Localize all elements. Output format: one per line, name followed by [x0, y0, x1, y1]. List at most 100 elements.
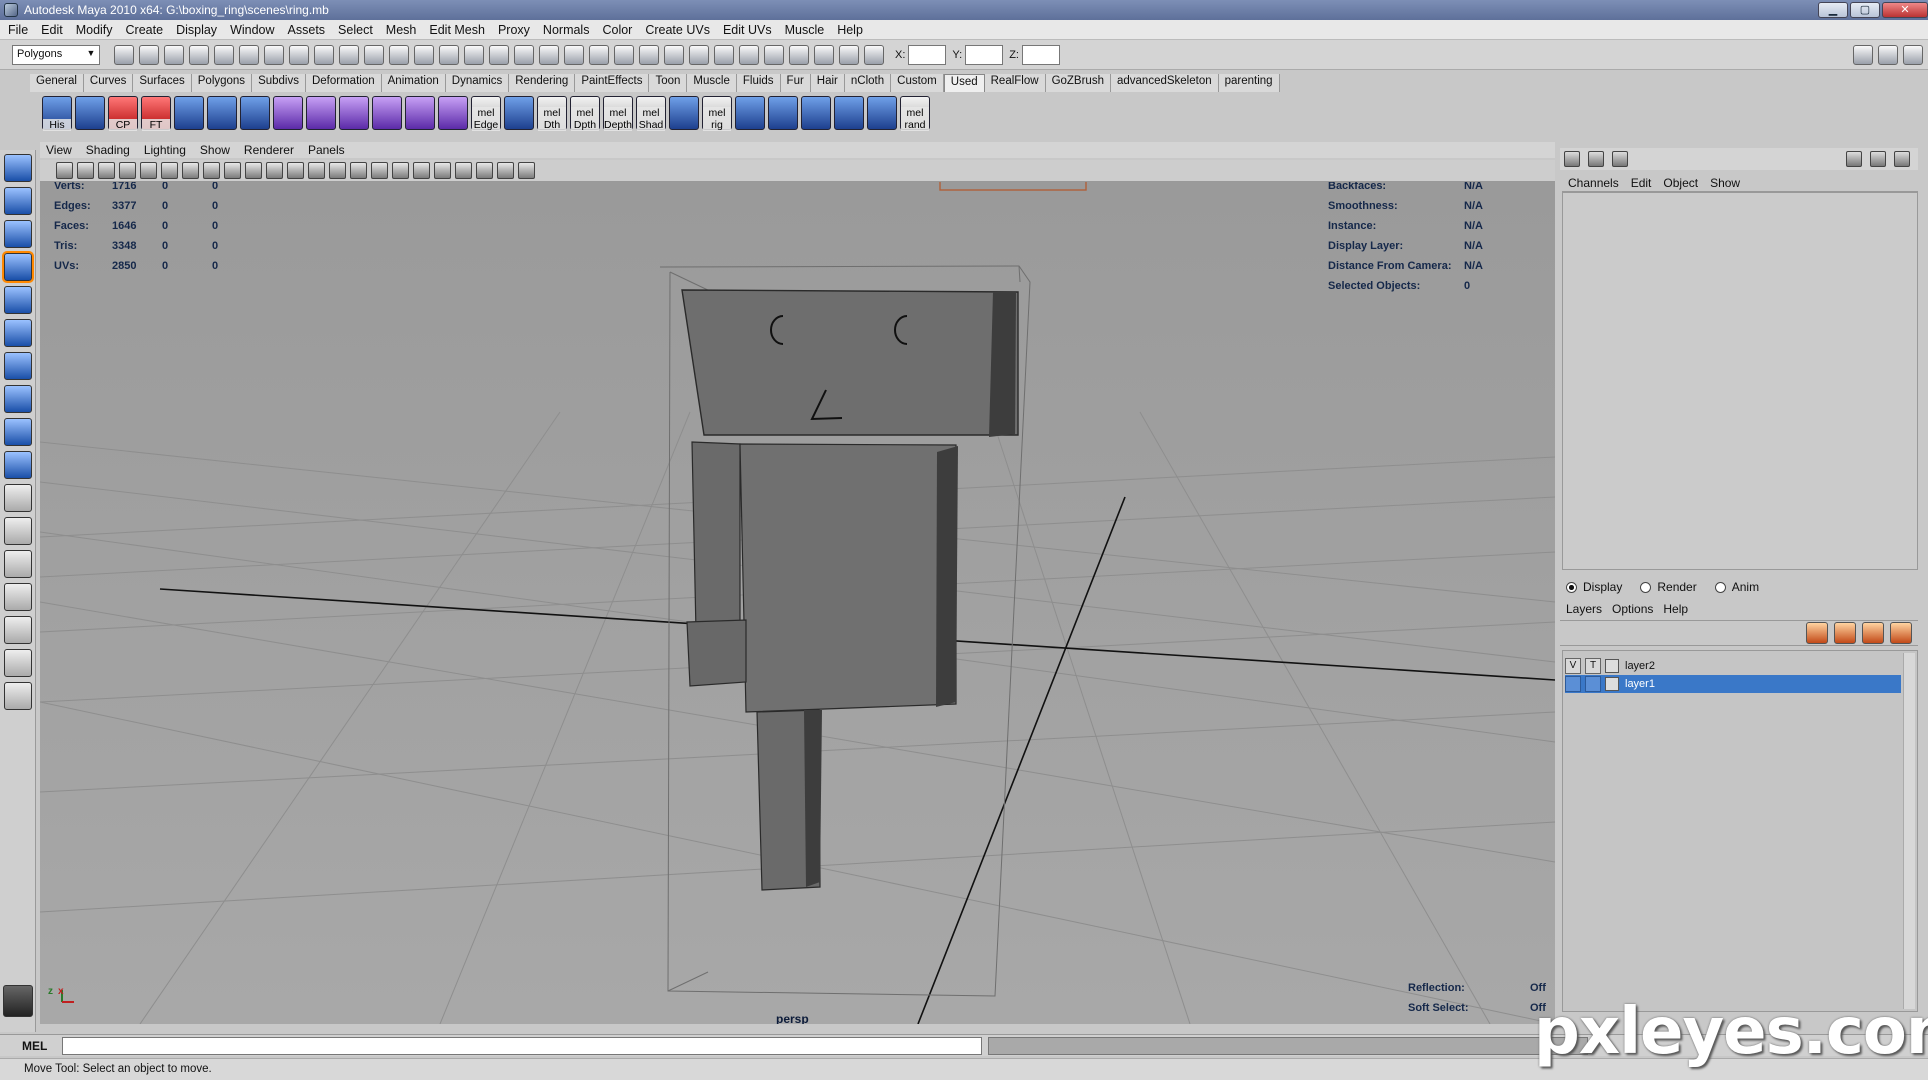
layer-list-scrollbar[interactable] [1903, 653, 1915, 1009]
menu-select[interactable]: Select [338, 23, 373, 37]
single-perspective-layout-icon[interactable] [3, 484, 32, 512]
shelf-tab-general[interactable]: General [30, 74, 84, 92]
shelf-icon-8[interactable] [306, 96, 336, 130]
select-by-component-icon[interactable] [239, 44, 259, 65]
camera-gate-icon[interactable] [476, 162, 493, 179]
menu-file[interactable]: File [8, 23, 28, 37]
shelf-tab-rendering[interactable]: Rendering [509, 74, 576, 92]
lights-icon[interactable] [245, 162, 262, 179]
shelf-tab-custom[interactable]: Custom [891, 74, 944, 92]
shelf-tab-polygons[interactable]: Polygons [191, 74, 253, 92]
history-icon[interactable] [414, 44, 434, 65]
layer-editor-icon[interactable] [1588, 151, 1604, 167]
channel-layer-icon[interactable] [1612, 151, 1628, 167]
layer-color-swatch[interactable] [1605, 659, 1619, 673]
shelf-icon-22[interactable] [768, 96, 798, 130]
soft-mod-tool-icon[interactable] [3, 385, 32, 413]
film-back-icon[interactable] [497, 162, 514, 179]
layer-visibility-toggle[interactable] [1565, 676, 1581, 692]
lock-icon[interactable] [489, 44, 509, 65]
new-scene-icon[interactable] [114, 44, 134, 65]
vp-menu-show[interactable]: Show [200, 143, 230, 157]
snap-curve-icon[interactable] [314, 44, 334, 65]
menu-proxy[interactable]: Proxy [498, 23, 530, 37]
shelf-tab-advancedskeleton[interactable]: advancedSkeleton [1110, 74, 1219, 92]
y-field[interactable] [965, 44, 1004, 65]
shelf-tab-hair[interactable]: Hair [810, 74, 845, 92]
shadows-icon[interactable] [266, 162, 283, 179]
shelf-icon-1[interactable] [75, 96, 105, 130]
menu-modify[interactable]: Modify [76, 23, 113, 37]
menu-edit[interactable]: Edit [41, 23, 63, 37]
construction-history-icon[interactable] [689, 44, 709, 65]
field-chart-icon[interactable] [434, 162, 451, 179]
mel-label[interactable]: MEL [22, 1039, 56, 1053]
absolute-transform-icon[interactable] [864, 44, 884, 65]
shelf-icon-12[interactable] [438, 96, 468, 130]
shelf-icon-2[interactable]: CP [108, 96, 138, 131]
shelf-icon-20[interactable]: mel rig [702, 96, 732, 131]
move-layer-up-icon[interactable] [1806, 622, 1828, 644]
scale-tool-icon[interactable] [3, 319, 32, 347]
shelf-tab-used[interactable]: Used [943, 74, 985, 92]
menu-normals[interactable]: Normals [543, 23, 590, 37]
vp-menu-panels[interactable]: Panels [308, 143, 345, 157]
magnet-icon[interactable] [564, 44, 584, 65]
persp-graph-hypergraph-layout-icon[interactable] [3, 649, 32, 677]
layer-mode-anim[interactable]: Anim [1714, 580, 1759, 594]
menu-edit-mesh[interactable]: Edit Mesh [429, 23, 485, 37]
magnet-icon-3[interactable] [614, 44, 634, 65]
shelf-tab-ncloth[interactable]: nCloth [844, 74, 892, 92]
shelf-icon-14[interactable] [504, 96, 534, 130]
wireframe-icon[interactable] [182, 162, 199, 179]
resolution-gate-icon[interactable] [371, 162, 388, 179]
attribute-editor-toggle-icon[interactable] [1853, 44, 1873, 65]
shelf-icon-21[interactable] [735, 96, 765, 130]
layout-dropdown-icon[interactable] [3, 682, 32, 710]
shelf-icon-10[interactable] [372, 96, 402, 130]
grid-toggle-icon[interactable] [455, 162, 472, 179]
four-view-layout-icon[interactable] [3, 517, 32, 545]
help-icon[interactable] [464, 44, 484, 65]
channel-box-icon[interactable] [1564, 151, 1580, 167]
shelf-icon-5[interactable] [207, 96, 237, 130]
z-field[interactable] [1021, 44, 1060, 65]
shelf-icon-3[interactable]: FT [141, 96, 171, 131]
render-settings-icon[interactable] [764, 44, 784, 65]
color-icon[interactable] [1846, 151, 1862, 167]
show-manipulator-icon[interactable] [3, 418, 32, 446]
shelf-icon-6[interactable] [240, 96, 270, 130]
sphere-shade-icon[interactable] [1870, 151, 1886, 167]
menu-window[interactable]: Window [230, 23, 274, 37]
save-scene-icon[interactable] [164, 44, 184, 65]
magnet-icon-4[interactable] [639, 44, 659, 65]
snap-point-icon[interactable] [339, 44, 359, 65]
shelf-icon-16[interactable]: mel Dpth [570, 96, 600, 131]
layer-mode-display[interactable]: Display [1566, 580, 1622, 594]
open-scene-icon[interactable] [139, 44, 159, 65]
vp-menu-lighting[interactable]: Lighting [144, 143, 186, 157]
cb-menu-edit[interactable]: Edit [1631, 176, 1652, 190]
layer-menu-layers[interactable]: Layers [1566, 602, 1602, 616]
shelf-icon-17[interactable]: mel Depth [603, 96, 633, 131]
vp-menu-view[interactable]: View [46, 143, 72, 157]
shelf-tab-surfaces[interactable]: Surfaces [133, 74, 192, 92]
close-button[interactable]: ✕ [1882, 2, 1928, 18]
ambient-occlusion-icon[interactable] [287, 162, 304, 179]
menu-color[interactable]: Color [602, 23, 632, 37]
shelf-icon-23[interactable] [801, 96, 831, 130]
hypershade-layout-icon[interactable] [3, 616, 32, 644]
layer-menu-options[interactable]: Options [1612, 602, 1653, 616]
clapper-icon[interactable] [789, 44, 809, 65]
shelf-tab-deformation[interactable]: Deformation [305, 74, 382, 92]
tool-settings-toggle-icon[interactable] [1878, 44, 1898, 65]
snap-surface-icon[interactable] [389, 44, 409, 65]
shelf-tab-parenting[interactable]: parenting [1218, 74, 1280, 92]
channel-box-toggle-icon[interactable] [1903, 44, 1923, 65]
menu-display[interactable]: Display [176, 23, 217, 37]
safe-action-icon[interactable] [413, 162, 430, 179]
shelf-icon-11[interactable] [405, 96, 435, 130]
menu-muscle[interactable]: Muscle [785, 23, 825, 37]
persp-outliner-layout-icon[interactable] [3, 550, 32, 578]
maya-app-icon[interactable] [4, 3, 18, 17]
